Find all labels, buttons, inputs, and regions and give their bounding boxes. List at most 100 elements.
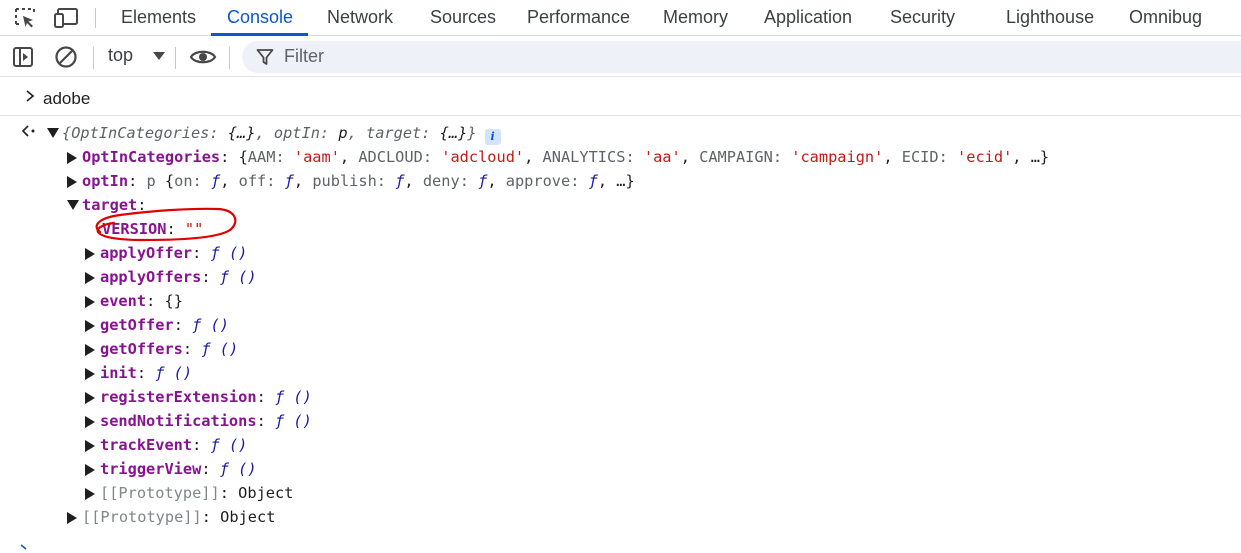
property-key: optIn — [82, 172, 129, 190]
console-input-line: adobe — [0, 78, 1241, 116]
collapsed-triangle-icon — [84, 337, 100, 361]
tree-row[interactable]: applyOffers: ƒ () — [84, 265, 257, 289]
filter-icon — [256, 49, 274, 65]
tab-omnibug[interactable]: Omnibug — [1129, 0, 1202, 36]
console-input-text: adobe — [43, 89, 91, 108]
brace-close: } — [467, 124, 477, 142]
inspect-element-icon[interactable] — [12, 5, 38, 31]
tree-row-optincategories[interactable]: OptInCategories: {AAM: 'aam', ADCLOUD: '… — [66, 145, 1049, 169]
collapsed-triangle-icon — [84, 265, 100, 289]
preview-value: ƒ — [284, 172, 294, 190]
context-selector-label: top — [108, 45, 134, 65]
preview-key: ADCLOUD — [358, 148, 423, 166]
summary-key: target — [365, 124, 422, 142]
prompt-chevron-icon — [20, 544, 27, 550]
clear-console-icon[interactable] — [52, 43, 80, 71]
annotation-circle — [95, 207, 237, 242]
preview-key: on — [174, 172, 193, 190]
property-key: [[Prototype]] — [100, 484, 220, 502]
collapsed-triangle-icon — [84, 385, 100, 409]
preview-key: ANALYTICS — [542, 148, 626, 166]
sidebar-toggle-icon[interactable] — [9, 43, 37, 71]
tab-performance[interactable]: Performance — [527, 0, 630, 36]
preview-key: deny — [422, 172, 460, 190]
property-value: ƒ () — [155, 364, 193, 382]
preview-ellipsis: …} — [1030, 148, 1050, 166]
property-key: triggerView — [100, 460, 202, 478]
result-summary-row[interactable]: {OptInCategories: {…}, optIn: p, target:… — [46, 121, 501, 145]
property-key: registerExtension — [100, 388, 257, 406]
collapsed-triangle-icon — [66, 169, 82, 193]
tree-row[interactable]: init: ƒ () — [84, 361, 192, 385]
tab-network[interactable]: Network — [327, 0, 393, 36]
tab-sources[interactable]: Sources — [430, 0, 496, 36]
property-key: sendNotifications — [100, 412, 257, 430]
preview-value: ƒ — [478, 172, 488, 190]
tab-console[interactable]: Console — [227, 0, 293, 36]
tree-row[interactable]: triggerView: ƒ () — [84, 457, 257, 481]
device-toolbar-icon[interactable] — [54, 5, 80, 31]
property-key: applyOffer — [100, 244, 193, 262]
tree-row[interactable]: registerExtension: ƒ () — [84, 385, 312, 409]
devtools-tab-bar: Elements Console Network Sources Perform… — [0, 0, 1241, 36]
preview-value: 'aam' — [293, 148, 340, 166]
context-selector[interactable]: top — [108, 45, 166, 66]
tree-row-root-prototype[interactable]: [[Prototype]]: Object — [66, 505, 275, 529]
summary-value: {…} — [227, 124, 256, 142]
tab-lighthouse[interactable]: Lighthouse — [1006, 0, 1094, 36]
tree-row-optin[interactable]: optIn: p {on: ƒ, off: ƒ, publish: ƒ, den… — [66, 169, 635, 193]
property-value: Object — [220, 508, 276, 526]
tree-row[interactable]: applyOffer: ƒ () — [84, 241, 247, 265]
filter-input[interactable]: Filter — [242, 41, 1241, 73]
preview-value: 'ecid' — [957, 148, 1013, 166]
collapsed-triangle-icon — [84, 289, 100, 313]
return-arrow-icon — [21, 125, 35, 137]
property-key: init — [100, 364, 137, 382]
tab-security[interactable]: Security — [890, 0, 955, 36]
preview-value: 'campaign' — [791, 148, 884, 166]
property-value: ƒ () — [274, 388, 312, 406]
toolbar-separator — [95, 8, 96, 28]
console-toolbar: top Filter — [0, 37, 1241, 77]
toolbar-separator — [175, 47, 176, 69]
constructor-name: p — [146, 172, 156, 190]
property-key: [[Prototype]] — [82, 508, 202, 526]
tree-row[interactable]: event: {} — [84, 289, 183, 313]
collapsed-triangle-icon — [66, 505, 82, 529]
collapsed-triangle-icon — [66, 145, 82, 169]
property-key: OptInCategories — [82, 148, 221, 166]
preview-value: 'aa' — [643, 148, 681, 166]
tab-application[interactable]: Application — [764, 0, 852, 36]
eye-icon[interactable] — [189, 43, 217, 71]
collapsed-triangle-icon — [84, 241, 100, 265]
console-output: adobe {OptInCategories: {…}, optIn: p, t… — [0, 78, 1241, 553]
property-value: ƒ () — [210, 436, 248, 454]
tab-memory[interactable]: Memory — [663, 0, 728, 36]
filter-placeholder: Filter — [284, 46, 324, 66]
summary-key: OptInCategories — [71, 124, 210, 142]
tree-row[interactable]: getOffers: ƒ () — [84, 337, 238, 361]
collapsed-triangle-icon — [84, 481, 100, 505]
info-badge-icon[interactable]: i — [484, 129, 501, 145]
tree-row[interactable]: trackEvent: ƒ () — [84, 433, 247, 457]
tree-row[interactable]: sendNotifications: ƒ () — [84, 409, 312, 433]
toolbar-separator — [229, 47, 230, 69]
toolbar-separator — [93, 47, 94, 69]
property-value: ƒ () — [274, 412, 312, 430]
tree-row-prototype[interactable]: [[Prototype]]: Object — [84, 481, 293, 505]
property-value: ƒ () — [201, 340, 239, 358]
preview-key: AAM — [247, 148, 276, 166]
collapsed-triangle-icon — [84, 457, 100, 481]
preview-key: ECID — [901, 148, 939, 166]
property-key: getOffers — [100, 340, 183, 358]
preview-ellipsis: …} — [616, 172, 635, 190]
property-value: ƒ () — [192, 316, 229, 334]
collapsed-triangle-icon — [84, 361, 100, 385]
preview-key: approve — [505, 172, 571, 190]
property-value: {} — [164, 292, 183, 310]
property-key: event — [100, 292, 147, 310]
summary-value: {…} — [439, 124, 468, 142]
tab-elements[interactable]: Elements — [121, 0, 196, 36]
preview-key: publish — [312, 172, 377, 190]
tree-row[interactable]: getOffer: ƒ () — [84, 313, 229, 337]
